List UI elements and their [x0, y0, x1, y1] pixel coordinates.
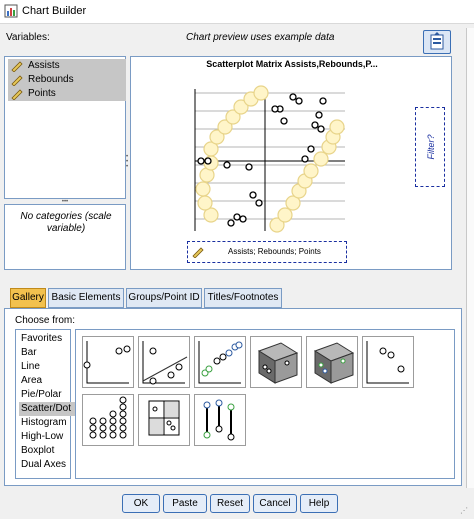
no-categories-text: No categories (scale variable) — [20, 211, 112, 234]
chart-type-area[interactable]: Area — [19, 374, 79, 388]
3d-scatter-icon — [257, 342, 299, 384]
cancel-button[interactable]: Cancel — [253, 494, 297, 513]
tab-titles-footnotes[interactable]: Titles/Footnotes — [204, 288, 282, 308]
chart-builder-icon — [4, 4, 18, 18]
dot-plot-icon — [89, 396, 127, 439]
variables-label: Variables: — [6, 32, 50, 43]
chart-type-pie-polar[interactable]: Pie/Polar — [19, 388, 79, 402]
gallery-thumb-simple-scatter[interactable] — [82, 336, 134, 388]
summary-point-icon — [366, 341, 409, 384]
chart-type-scatter-dot[interactable]: Scatter/Dot — [19, 402, 79, 416]
reset-button[interactable]: Reset — [210, 494, 250, 513]
tab-basic-elements[interactable]: Basic Elements — [48, 288, 124, 308]
ok-button[interactable]: OK — [122, 494, 160, 513]
scatterplot-matrix-preview — [194, 85, 345, 233]
variable-label: Points — [28, 88, 56, 99]
gallery-thumb-grouped-3d-scatter[interactable] — [306, 336, 358, 388]
scatter-fit-line-icon — [142, 341, 188, 385]
gallery-thumb-scatter-fit-line[interactable] — [138, 336, 190, 388]
scale-ruler-icon — [11, 89, 23, 100]
variable-item-assists[interactable]: Assists — [8, 59, 126, 73]
x-axis-drop-zone[interactable]: Assists; Rebounds; Points — [187, 241, 347, 263]
grouped-scatter-icon — [198, 341, 243, 384]
gallery-thumb-dot-plot[interactable] — [82, 394, 134, 446]
chart-title: Scatterplot Matrix Assists,Rebounds,P... — [206, 59, 378, 69]
choose-from-label: Choose from: — [15, 315, 76, 326]
tab-groups-point-id[interactable]: Groups/Point ID — [126, 288, 202, 308]
simple-scatter-icon — [83, 341, 131, 384]
axis-drop-label: Assists; Rebounds; Points — [228, 247, 321, 256]
gallery-thumb-3d-scatter[interactable] — [250, 336, 302, 388]
title-bar: Chart Builder — [0, 0, 474, 24]
variable-item-points[interactable]: Points — [8, 87, 126, 101]
properties-icon — [430, 32, 444, 50]
gallery-thumb-summary-point[interactable] — [362, 336, 414, 388]
window-title: Chart Builder — [22, 5, 87, 17]
paste-button[interactable]: Paste — [163, 494, 207, 513]
categories-panel: No categories (scale variable) — [4, 204, 126, 270]
resize-grip[interactable]: ⋰ — [460, 506, 472, 518]
scatterplot-matrix-icon — [148, 400, 180, 436]
chart-type-line[interactable]: Line — [19, 360, 79, 374]
scale-ruler-icon — [11, 75, 23, 86]
scale-ruler-icon — [11, 61, 23, 72]
gallery-thumb-scatterplot-matrix[interactable] — [138, 394, 190, 446]
chart-type-favorites[interactable]: Favorites — [19, 332, 79, 346]
preview-caption: Chart preview uses example data — [186, 32, 335, 43]
help-button[interactable]: Help — [300, 494, 338, 513]
variable-item-rebounds[interactable]: Rebounds — [8, 73, 126, 87]
gallery-thumb-grouped-scatter[interactable] — [194, 336, 246, 388]
properties-panel-edge — [466, 28, 474, 488]
scale-ruler-icon — [192, 247, 204, 258]
filter-label: Filter? — [426, 134, 436, 160]
drop-line-icon — [203, 399, 235, 441]
tab-gallery[interactable]: Gallery — [10, 288, 46, 308]
element-properties-button[interactable] — [423, 30, 451, 54]
gallery-thumbnails — [75, 329, 455, 479]
variable-label: Assists — [28, 60, 60, 71]
chart-preview-canvas[interactable]: Scatterplot Matrix Assists,Rebounds,P... — [130, 56, 452, 270]
grouped-3d-scatter-icon — [313, 342, 355, 384]
chart-type-bar[interactable]: Bar — [19, 346, 79, 360]
variable-label: Rebounds — [28, 74, 74, 85]
chart-type-dual-axes[interactable]: Dual Axes — [19, 458, 79, 472]
chart-type-list[interactable]: Favorites Bar Line Area Pie/Polar Scatte… — [15, 329, 79, 479]
gallery-thumb-drop-line[interactable] — [194, 394, 246, 446]
filter-drop-zone[interactable]: Filter? — [415, 107, 445, 187]
chart-type-boxplot[interactable]: Boxplot — [19, 444, 79, 458]
gallery-panel: Choose from: Favorites Bar Line Area Pie… — [4, 308, 462, 486]
variables-list[interactable]: Assists Rebounds Points — [4, 56, 126, 199]
chart-type-high-low[interactable]: High-Low — [19, 430, 79, 444]
chart-type-histogram[interactable]: Histogram — [19, 416, 79, 430]
